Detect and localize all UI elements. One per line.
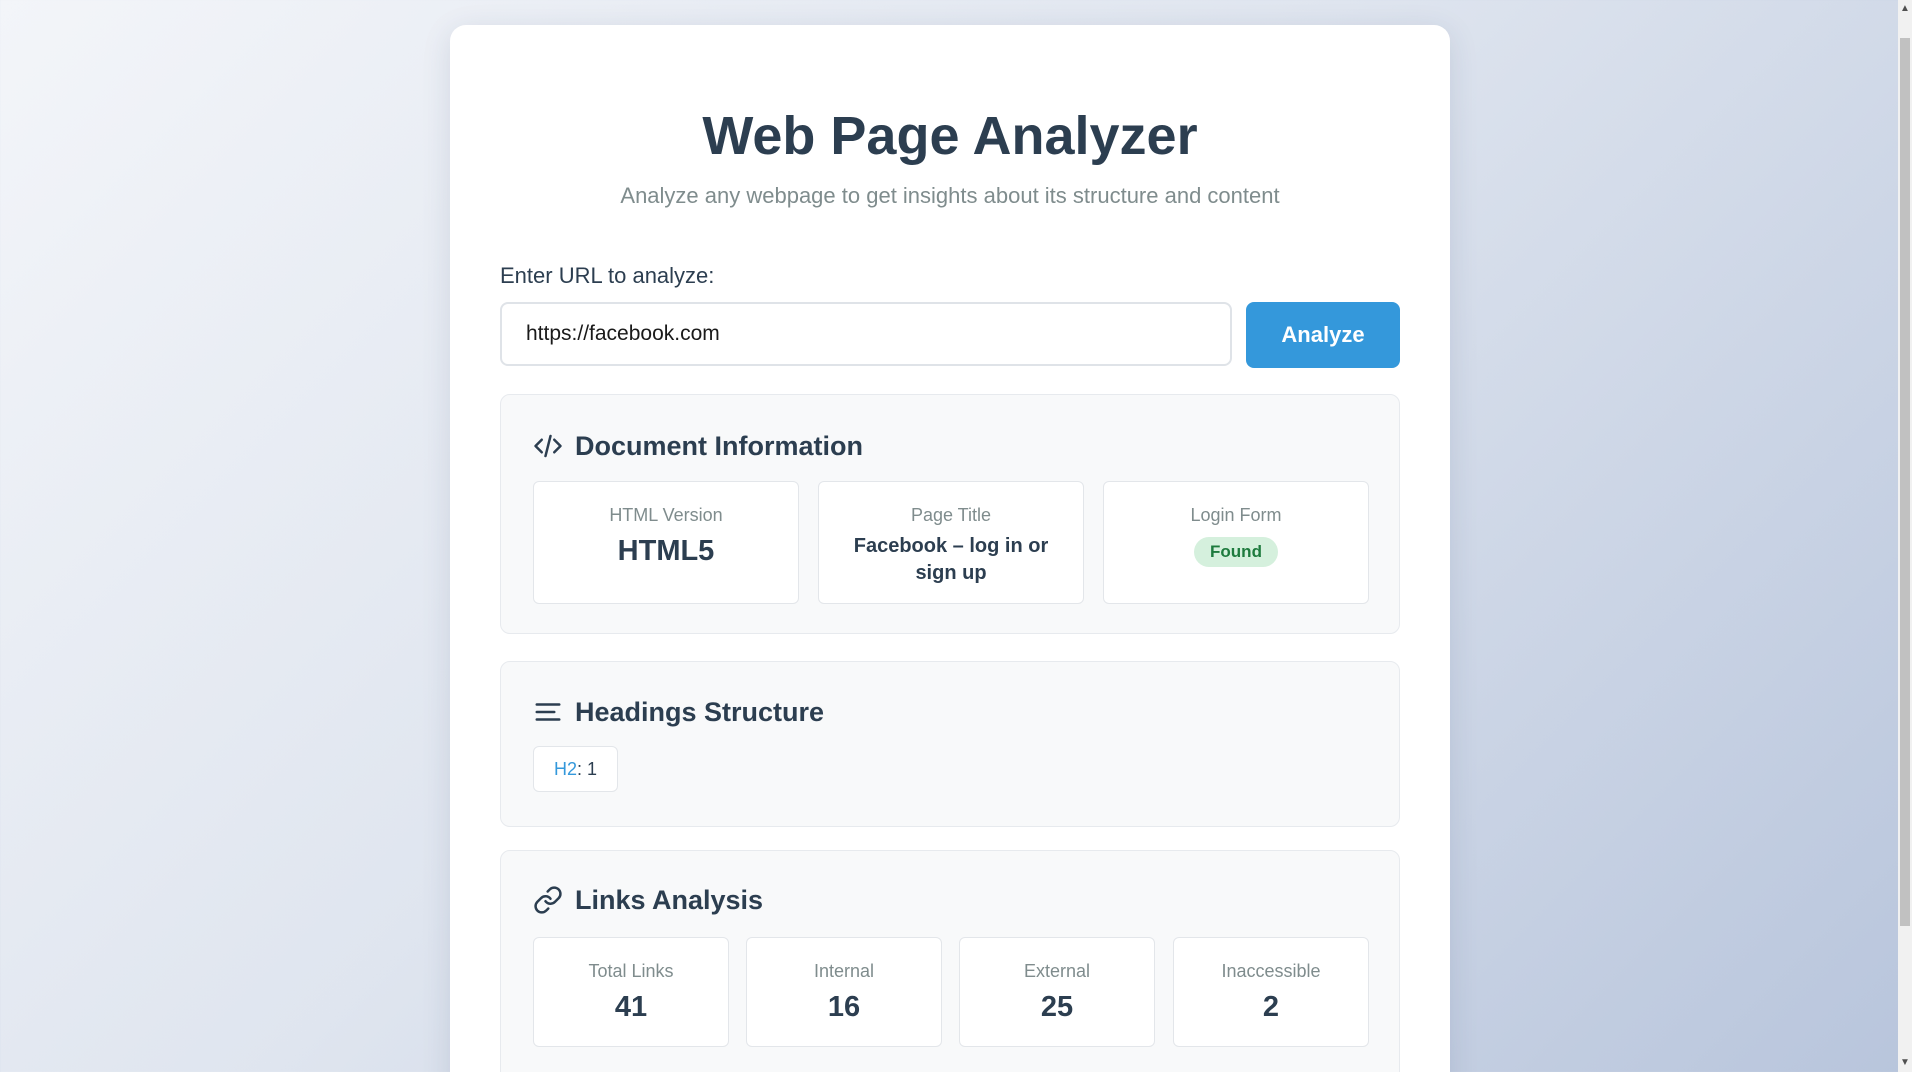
- section-title: Links Analysis: [575, 884, 764, 915]
- internal-links-card: Internal 16: [746, 937, 942, 1047]
- scrollbar-thumb[interactable]: [1900, 38, 1910, 926]
- url-input[interactable]: [500, 302, 1232, 366]
- heading-tag: H2: [554, 759, 578, 779]
- links-analysis-section: Links Analysis Total Links 41 Internal 1…: [500, 850, 1400, 1072]
- stat-label: Total Links: [588, 961, 674, 981]
- page-title-label: Page Title: [910, 505, 992, 525]
- status-badge: Found: [1194, 537, 1278, 567]
- link-icon: [533, 885, 563, 915]
- login-form-card: Login Form Found: [1103, 481, 1369, 604]
- stat-value: 41: [614, 991, 648, 1023]
- stat-value: 25: [1040, 991, 1074, 1023]
- page-title-card: Page Title Facebook – log in or sign up: [818, 481, 1084, 604]
- scroll-up-arrow-icon[interactable]: ▲: [1898, 2, 1912, 16]
- analyze-button[interactable]: Analyze: [1246, 302, 1400, 368]
- page-title-value: Facebook – log in or sign up: [853, 535, 1049, 584]
- page-subtitle: Analyze any webpage to get insights abou…: [620, 183, 1280, 208]
- scroll-down-arrow-icon[interactable]: ▼: [1898, 1056, 1912, 1070]
- url-label: Enter URL to analyze:: [500, 263, 715, 288]
- document-information-section: Document Information HTML Version HTML5 …: [500, 394, 1400, 634]
- code-icon: [533, 431, 563, 461]
- stat-label: Inaccessible: [1221, 961, 1321, 981]
- heading-count-chip: H2: 1: [533, 746, 619, 792]
- analyzer-card: Web Page Analyzer Analyze any webpage to…: [450, 25, 1450, 1072]
- html-version-card: HTML Version HTML5: [533, 481, 799, 604]
- heading-count: 1: [587, 759, 598, 779]
- login-form-label: Login Form: [1190, 505, 1282, 525]
- headings-structure-header: Headings Structure: [533, 695, 824, 729]
- external-links-card: External 25: [959, 937, 1155, 1047]
- stat-value: 16: [827, 991, 861, 1023]
- html-version-label: HTML Version: [609, 505, 723, 525]
- headings-structure-section: Headings Structure H2: 1: [500, 661, 1400, 827]
- stat-label: Internal: [813, 961, 875, 981]
- stat-label: External: [1023, 961, 1091, 981]
- page-scrollbar[interactable]: ▲ ▼: [1898, 0, 1912, 1072]
- align-left-icon: [533, 697, 563, 727]
- links-analysis-header: Links Analysis: [533, 883, 763, 917]
- inaccessible-links-card: Inaccessible 2: [1173, 937, 1369, 1047]
- html-version-value: HTML5: [617, 535, 715, 567]
- total-links-card: Total Links 41: [533, 937, 729, 1047]
- section-title: Document Information: [575, 430, 863, 461]
- stat-value: 2: [1262, 991, 1280, 1023]
- section-title: Headings Structure: [575, 696, 825, 727]
- document-information-header: Document Information: [533, 429, 863, 463]
- page-title: Web Page Analyzer: [702, 106, 1198, 166]
